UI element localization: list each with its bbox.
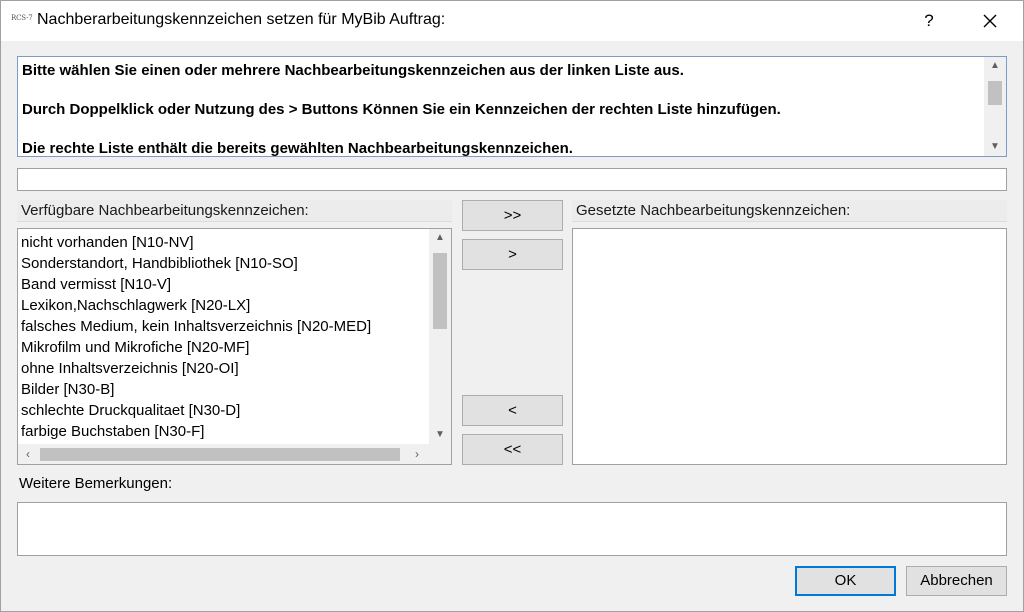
instructions-box[interactable]: Bitte wählen Sie einen oder mehrere Nach… [17, 56, 1007, 157]
scroll-thumb[interactable] [40, 448, 400, 461]
instruction-line: Durch Doppelklick oder Nutzung des > But… [22, 101, 781, 118]
instruction-line: Die rechte Liste enthält die bereits gew… [22, 140, 573, 157]
list-item[interactable]: Sonderstandort, Handbibliothek [N10-SO] [21, 253, 298, 274]
list-item[interactable]: Band vermisst [N10-V] [21, 274, 171, 295]
app-logo-icon: RCS-7 [11, 14, 33, 22]
ok-button[interactable]: OK [795, 566, 896, 596]
list-item[interactable]: Lexikon,Nachschlagwerk [N20-LX] [21, 295, 250, 316]
cancel-button[interactable]: Abbrechen [906, 566, 1007, 596]
scroll-thumb[interactable] [433, 253, 447, 329]
list-item[interactable]: farbige Buchstaben [N30-F] [21, 421, 204, 442]
scroll-down-icon[interactable]: ▼ [429, 426, 451, 444]
scrollbar-corner [429, 444, 451, 464]
scroll-right-icon[interactable]: › [407, 444, 427, 464]
list-item[interactable]: nicht vorhanden [N10-NV] [21, 232, 194, 253]
dialog-window: RCS-7 Nachberarbeitungskennzeichen setze… [0, 0, 1024, 612]
instructions-scrollbar[interactable]: ▲ ▼ [984, 57, 1006, 156]
scroll-up-icon[interactable]: ▲ [984, 57, 1006, 75]
scroll-thumb[interactable] [988, 81, 1002, 105]
scroll-up-icon[interactable]: ▲ [429, 229, 451, 247]
window-title: Nachberarbeitungskennzeichen setzen für … [37, 11, 446, 28]
add-all-button[interactable]: >> [462, 200, 563, 231]
list-item[interactable]: ohne Inhaltsverzeichnis [N20-OI] [21, 358, 239, 379]
add-button[interactable]: > [462, 239, 563, 270]
available-list-vscrollbar[interactable]: ▲ ▼ [429, 229, 451, 444]
selected-list[interactable] [572, 228, 1007, 465]
available-list-label: Verfügbare Nachbearbeitungskennzeichen: [17, 200, 452, 222]
list-item[interactable]: schlechte Druckqualitaet [N30-D] [21, 400, 240, 421]
close-icon [983, 14, 997, 28]
remove-all-button[interactable]: << [462, 434, 563, 465]
remarks-field[interactable] [17, 502, 1007, 556]
available-list[interactable]: nicht vorhanden [N10-NV] Sonderstandort,… [17, 228, 452, 465]
filter-input[interactable] [17, 168, 1007, 191]
scroll-left-icon[interactable]: ‹ [18, 444, 38, 464]
available-list-hscrollbar[interactable]: ‹ › [18, 444, 429, 464]
remove-button[interactable]: < [462, 395, 563, 426]
instruction-line: Bitte wählen Sie einen oder mehrere Nach… [22, 62, 684, 79]
scroll-down-icon[interactable]: ▼ [984, 138, 1006, 156]
selected-list-label: Gesetzte Nachbearbeitungskennzeichen: [572, 200, 1007, 222]
close-button[interactable] [967, 1, 1013, 41]
help-button[interactable]: ? [907, 1, 951, 41]
list-item[interactable]: Bilder [N30-B] [21, 379, 114, 400]
remarks-label: Weitere Bemerkungen: [19, 475, 173, 492]
list-item[interactable]: falsches Medium, kein Inhaltsverzeichnis… [21, 316, 371, 337]
list-item[interactable]: Mikrofilm und Mikrofiche [N20-MF] [21, 337, 249, 358]
title-bar[interactable]: RCS-7 Nachberarbeitungskennzeichen setze… [1, 1, 1023, 41]
